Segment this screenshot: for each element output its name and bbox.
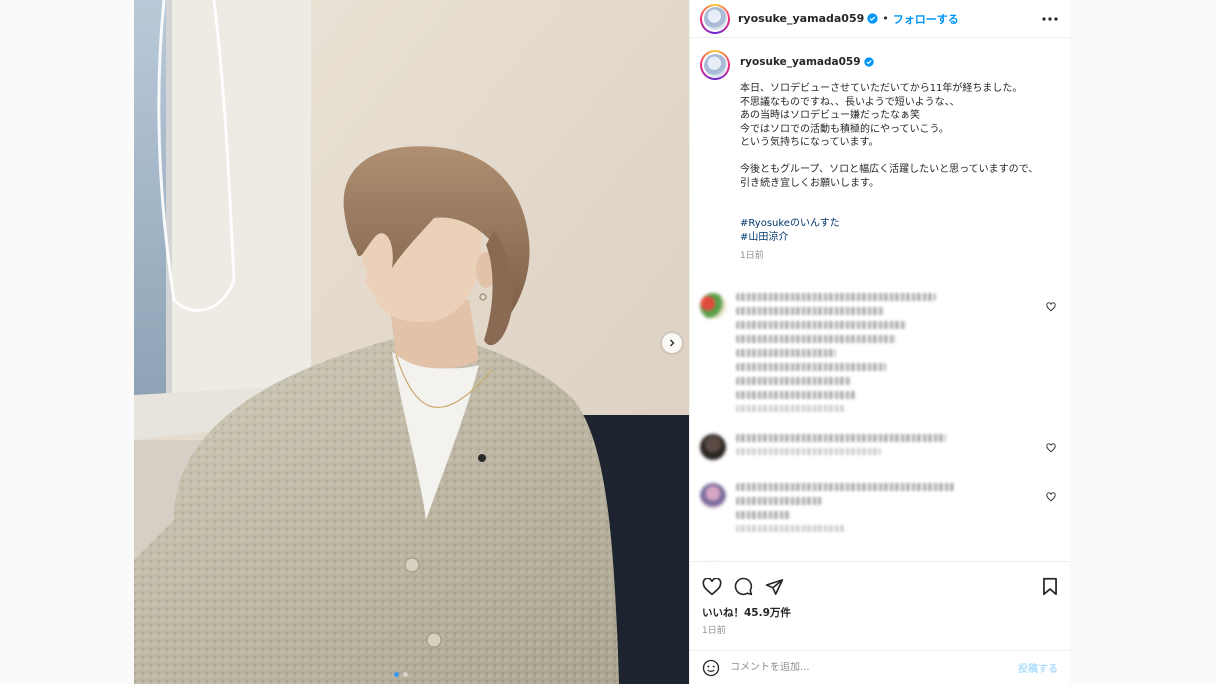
comment-avatar[interactable] [700, 434, 726, 460]
heart-icon[interactable] [702, 577, 722, 596]
caption-timestamp: 1日前 [740, 251, 764, 261]
post-header: ryosuke_yamada059 • フォローする [690, 0, 1070, 38]
post-comment-button[interactable]: 投稿する [1018, 660, 1058, 675]
carousel-dot [394, 672, 399, 677]
caption-text: 本日、ソロデビューさせていただいてから11年が経ちました。 不思議なものですね、… [740, 83, 1039, 189]
post-caption: ryosuke_yamada059 本日、ソロデビューさせていただいてから11年… [690, 38, 1070, 261]
header-username[interactable]: ryosuke_yamada059 [738, 12, 864, 25]
verified-badge-icon [867, 13, 878, 24]
comment-avatar[interactable] [700, 483, 726, 509]
emoji-icon[interactable] [702, 659, 720, 677]
follow-button[interactable]: フォローする [893, 11, 959, 27]
action-bar [690, 561, 1070, 611]
header-separator: • [882, 12, 889, 25]
post-date: 1日前 [702, 626, 726, 636]
post-photo[interactable] [134, 0, 689, 684]
carousel-next-button[interactable] [662, 333, 682, 353]
avatar[interactable] [700, 3, 730, 34]
comment-item [690, 293, 1070, 418]
likes-count[interactable]: いいね！45.9万件 [690, 605, 1070, 620]
carousel-indicator [394, 672, 408, 677]
verified-badge-icon [863, 57, 874, 67]
add-comment-bar: 投稿する [690, 650, 1070, 684]
post-side-panel: ryosuke_yamada059 • フォローする ryosuke_yamad… [689, 0, 1070, 684]
bookmark-icon[interactable] [1042, 577, 1058, 596]
comment-item [690, 434, 1070, 461]
hashtag-link[interactable]: #山田涼介 [740, 231, 1060, 245]
comment-avatar[interactable] [700, 293, 726, 319]
hashtag-link[interactable]: #Ryosukeのいんすた [740, 217, 1060, 231]
hashtag-list: #Ryosukeのいんすた #山田涼介 [740, 217, 1060, 244]
comment-like-icon[interactable] [1046, 293, 1058, 418]
caption-user: ryosuke_yamada059 [740, 56, 1060, 68]
comment-icon[interactable] [734, 577, 753, 596]
caption-username[interactable]: ryosuke_yamada059 [740, 56, 861, 68]
comment-item [690, 483, 1070, 538]
comment-input[interactable] [730, 662, 1018, 673]
comments-scroll-area[interactable]: ryosuke_yamada059 本日、ソロデビューさせていただいてから11年… [690, 38, 1070, 561]
comment-like-icon[interactable] [1046, 434, 1058, 461]
instagram-post: ryosuke_yamada059 • フォローする ryosuke_yamad… [134, 0, 1070, 684]
carousel-dot [403, 672, 408, 677]
more-horizontal-icon[interactable] [1042, 16, 1058, 21]
photo-scene [134, 0, 689, 684]
comment-like-icon[interactable] [1046, 483, 1058, 538]
chevron-right-icon [670, 339, 675, 347]
share-icon[interactable] [765, 578, 784, 596]
caption-avatar[interactable] [700, 50, 730, 80]
